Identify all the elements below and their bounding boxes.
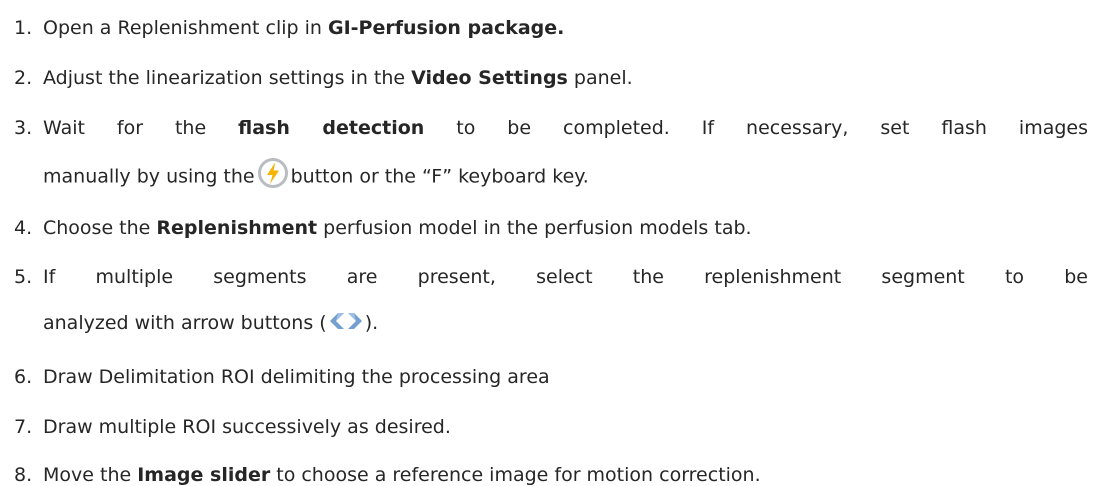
step-text: Adjust the linearization settings in the… bbox=[43, 69, 633, 88]
instruction-document: 1. Open a Replenishment clip in GI-Perfu… bbox=[0, 0, 1109, 485]
step-text-part: Wait for the bbox=[43, 117, 239, 139]
step-text: Open a Replenishment clip in GI-Perfusio… bbox=[43, 19, 564, 38]
step-text-part: panel. bbox=[567, 67, 633, 89]
step-text-part: Adjust the linearization settings in the bbox=[43, 67, 412, 89]
step-text-part: to choose a reference image for motion c… bbox=[270, 464, 761, 486]
step-text: Move the Image slider to choose a refere… bbox=[43, 466, 761, 485]
step-bold-term: Image slider bbox=[137, 464, 271, 486]
step-bold-term: Video Settings bbox=[411, 67, 568, 89]
flash-icon[interactable] bbox=[257, 157, 289, 189]
step-text-part: Choose the bbox=[43, 217, 157, 239]
step-text-part: Move the bbox=[43, 464, 138, 486]
step-bold-term: flash detection bbox=[238, 117, 425, 139]
step-number: 1. bbox=[14, 17, 33, 39]
step-text-part: Open a Replenishment clip in bbox=[43, 17, 328, 39]
step-text-part: perfusion model in the perfusion models … bbox=[317, 217, 752, 239]
step-text-part: ). bbox=[364, 312, 379, 334]
step-number: 5. bbox=[14, 266, 33, 288]
step-text: Draw multiple ROI successively as desire… bbox=[43, 416, 451, 438]
step-number: 6. bbox=[14, 366, 33, 388]
step-text-part: analyzed with arrow buttons ( bbox=[43, 312, 327, 334]
step-text: Wait for the flash detection to be compl… bbox=[43, 119, 1088, 138]
step-number: 8. bbox=[14, 464, 33, 486]
step-text-part: button or the “F” keyboard key. bbox=[290, 165, 589, 188]
step-number: 2. bbox=[14, 67, 33, 89]
step-text: analyzed with arrow buttons (). bbox=[43, 312, 379, 334]
step-text: Draw Delimitation ROI delimiting the pro… bbox=[43, 366, 550, 388]
step-number: 7. bbox=[14, 416, 33, 438]
step-number: 4. bbox=[14, 217, 33, 239]
step-text: manually by using the button or the “F” k… bbox=[43, 158, 589, 189]
step-text-part: to be completed. If necessary, set flash… bbox=[424, 117, 1088, 139]
step-bold-term: GI-Perfusion package. bbox=[328, 17, 565, 39]
step-number: 3. bbox=[14, 117, 33, 139]
step-text: If multiple segments are present, select… bbox=[43, 266, 1088, 288]
arrow-buttons-icon[interactable] bbox=[327, 310, 365, 332]
step-text: Choose the Replenishment perfusion model… bbox=[43, 219, 752, 238]
step-text-part: manually by using the bbox=[43, 165, 255, 188]
step-bold-term: Replenishment bbox=[156, 217, 318, 239]
